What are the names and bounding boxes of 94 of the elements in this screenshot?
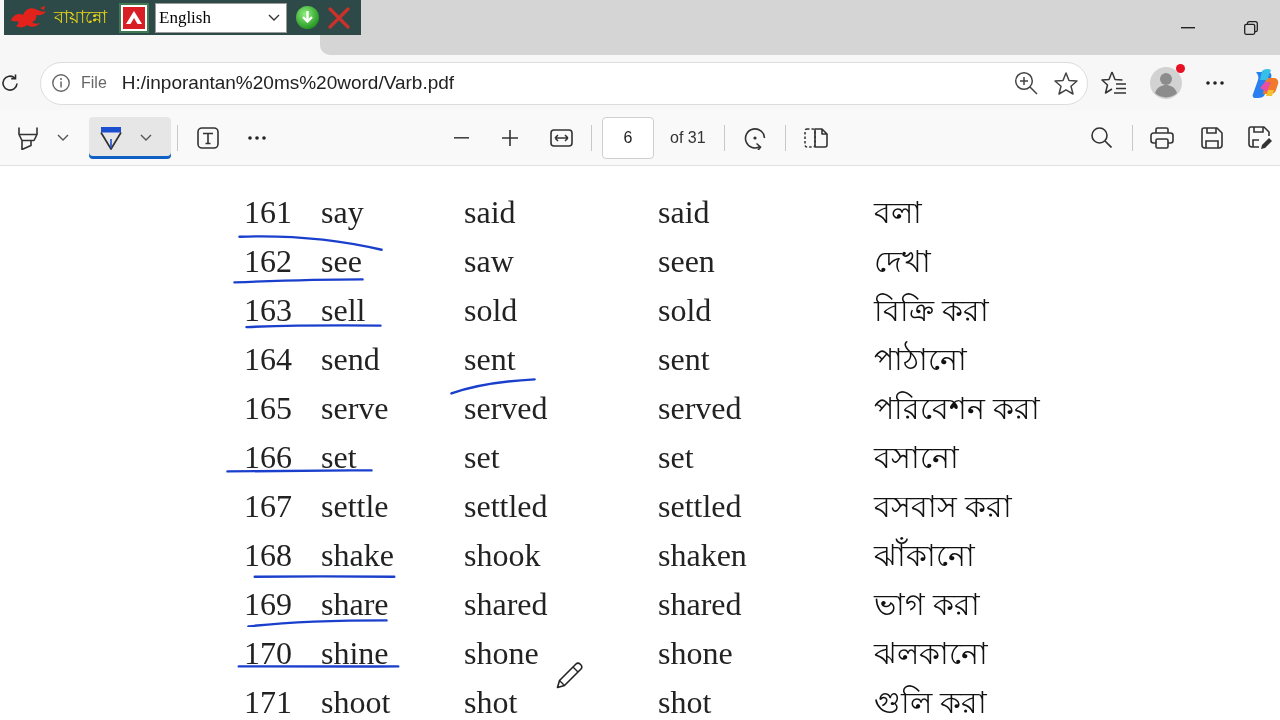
past-participle: shaken (658, 537, 747, 574)
bengali-meaning: বিক্রি করা (874, 293, 989, 328)
past-participle: set (658, 439, 694, 476)
past-participle: sent (658, 341, 710, 378)
page-count: of 31 (670, 127, 706, 148)
verb-number: 165 (244, 390, 292, 427)
base-verb: shine (321, 635, 389, 672)
bengali-meaning: ঝলকানো (874, 636, 988, 671)
more-icon[interactable] (1206, 81, 1224, 85)
base-verb: set (321, 439, 357, 476)
past-tense: sold (464, 292, 518, 329)
search-icon[interactable] (1090, 127, 1112, 148)
text-box-icon[interactable] (197, 126, 219, 149)
avatar-icon[interactable] (1150, 67, 1182, 99)
base-verb: send (321, 341, 380, 378)
past-tense: settled (464, 488, 548, 525)
past-participle: served (658, 390, 742, 427)
bengali-meaning: গুলি করা (874, 685, 987, 720)
bengali-meaning: বসানো (874, 440, 959, 475)
past-participle: settled (658, 488, 742, 525)
bengali-meaning: বসবাস করা (874, 489, 1012, 524)
download-icon[interactable] (296, 6, 319, 29)
pen-icon[interactable] (100, 125, 122, 150)
plus-icon[interactable] (502, 129, 518, 146)
pencil-cursor-icon (556, 661, 584, 689)
app-name: বায়ান্নো (54, 6, 107, 29)
past-tense: shone (464, 635, 539, 672)
bengali-meaning: পাঠানো (874, 342, 967, 377)
past-participle: shot (658, 684, 712, 720)
verb-number: 167 (244, 488, 292, 525)
star-icon[interactable] (1054, 71, 1078, 95)
favorites-icon[interactable] (1101, 71, 1127, 95)
caret-icon (57, 134, 69, 141)
minus-icon[interactable] (453, 136, 469, 139)
page-view-icon[interactable] (803, 127, 828, 148)
past-participle: seen (658, 243, 715, 280)
verb-number: 168 (244, 537, 292, 574)
swirl-logo-icon[interactable] (1252, 68, 1280, 98)
rotate-icon[interactable] (742, 125, 767, 150)
bengali-meaning: ঝাঁকানো (874, 538, 975, 573)
past-tense: saw (464, 243, 514, 280)
print-icon[interactable] (1150, 126, 1174, 149)
bengali-meaning: বলা (874, 195, 922, 230)
verb-number: 166 (244, 439, 292, 476)
past-tense: set (464, 439, 500, 476)
draw-tool-button[interactable] (89, 116, 171, 159)
past-participle: said (658, 194, 710, 231)
bengali-meaning: পরিবেশন করা (874, 391, 1040, 426)
bengali-meaning: দেখা (874, 244, 931, 279)
page-number-field[interactable]: 6 (602, 116, 654, 159)
base-verb: serve (321, 390, 389, 427)
bengali-meaning: ভাগ করা (874, 587, 980, 622)
past-tense: shared (464, 586, 548, 623)
reload-icon[interactable] (0, 73, 20, 93)
past-tense: shook (464, 537, 541, 574)
base-verb: share (321, 586, 389, 623)
base-verb: sell (321, 292, 366, 329)
past-tense: sent (464, 341, 516, 378)
floppy-pen-icon[interactable] (1248, 125, 1272, 150)
past-tense: said (464, 194, 516, 231)
save-icon[interactable] (1201, 126, 1223, 149)
verb-number: 171 (244, 684, 292, 720)
scheme-label: File (81, 73, 107, 93)
url-text: H:/inporantan%20ms%20word/Varb.pdf (121, 71, 455, 95)
verb-number: 162 (244, 243, 292, 280)
base-verb: say (321, 194, 364, 231)
info-icon[interactable] (52, 74, 70, 92)
app-icon (123, 6, 145, 29)
caret-icon (140, 134, 152, 141)
verb-number: 169 (244, 586, 292, 623)
minimize-icon (1181, 26, 1195, 29)
app-button[interactable] (119, 2, 149, 33)
base-verb: shake (321, 537, 394, 574)
logo-icon (10, 5, 48, 30)
verb-number: 161 (244, 194, 292, 231)
past-tense: served (464, 390, 548, 427)
past-participle: sold (658, 292, 712, 329)
base-verb: shoot (321, 684, 391, 720)
base-verb: settle (321, 488, 389, 525)
past-participle: shone (658, 635, 733, 672)
fit-width-icon[interactable] (549, 128, 573, 147)
past-tense: shot (464, 684, 518, 720)
address-bar[interactable]: File H:/inporantan%20ms%20word/Varb.pdf (40, 61, 1088, 105)
base-verb: see (321, 243, 362, 280)
verb-number: 163 (244, 292, 292, 329)
language-select[interactable]: English (155, 2, 287, 33)
zoom-in-icon[interactable] (1014, 71, 1038, 95)
more-icon[interactable] (248, 135, 266, 140)
restore-icon (1244, 20, 1258, 35)
past-participle: shared (658, 586, 742, 623)
verb-number: 164 (244, 341, 292, 378)
highlighter-icon[interactable] (17, 125, 39, 150)
caret-icon (268, 14, 280, 21)
verb-number: 170 (244, 635, 292, 672)
